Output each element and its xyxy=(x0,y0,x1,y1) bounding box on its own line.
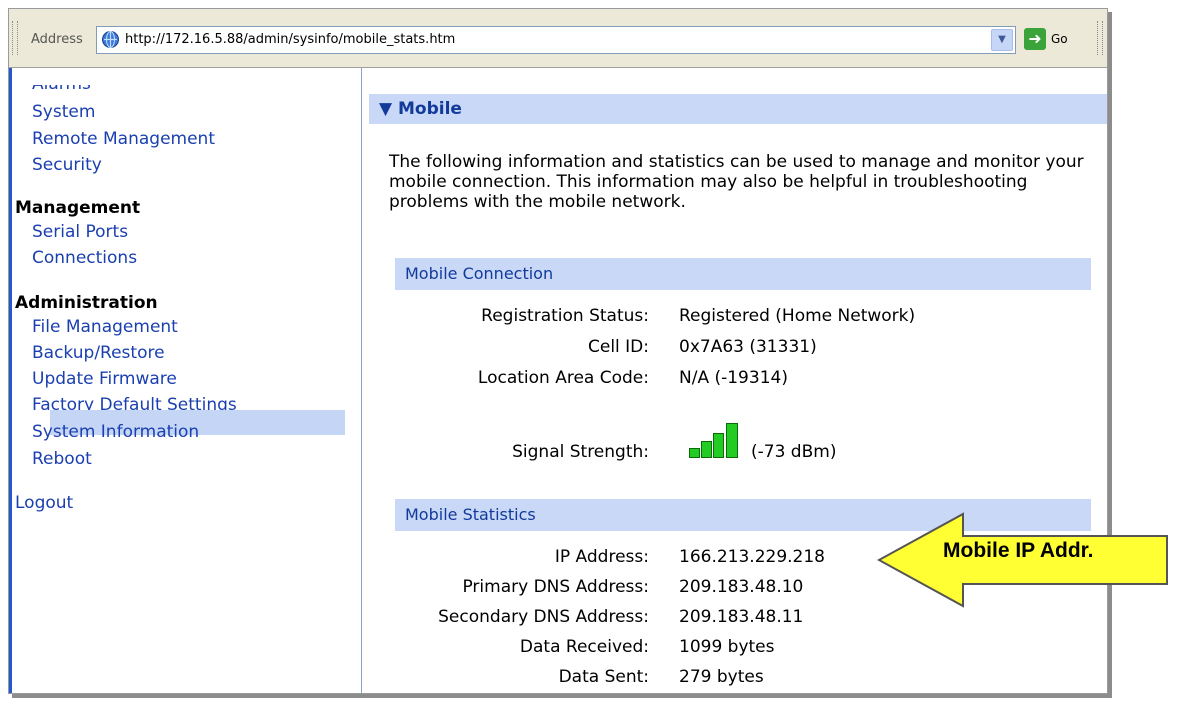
sidebar-item-reboot[interactable]: Reboot xyxy=(32,449,92,469)
go-arrow-icon: ➜ xyxy=(1024,28,1046,50)
sidebar-item-alarms[interactable]: Alarms xyxy=(32,85,91,94)
cell-id-value: 0x7A63 (31331) xyxy=(679,337,817,357)
sidebar-item-backup-restore[interactable]: Backup/Restore xyxy=(32,343,165,363)
mobile-connection-title: Mobile Connection xyxy=(405,264,554,283)
registration-status-label: Registration Status: xyxy=(481,306,649,326)
signal-bar-4 xyxy=(726,423,738,458)
sidebar-item-remote-management[interactable]: Remote Management xyxy=(32,129,215,149)
ip-address-label: IP Address: xyxy=(554,547,649,567)
callout-text: Mobile IP Addr. xyxy=(943,539,1094,562)
mobile-section-header[interactable]: ▼ Mobile xyxy=(369,94,1107,124)
chevron-down-icon: ▼ xyxy=(998,34,1006,45)
address-dropdown-button[interactable]: ▼ xyxy=(991,29,1013,51)
sidebar-item-serial-ports[interactable]: Serial Ports xyxy=(32,222,128,242)
sidebar-item-system[interactable]: System xyxy=(32,102,95,122)
data-sent-label: Data Sent: xyxy=(558,667,649,687)
mobile-connection-header: Mobile Connection xyxy=(395,258,1091,290)
signal-bar-2 xyxy=(701,441,712,458)
signal-bar-1 xyxy=(689,448,700,458)
address-toolbar: Address ▼ ➜ Go xyxy=(9,9,1107,68)
primary-dns-label: Primary DNS Address: xyxy=(462,577,649,597)
location-area-code-label: Location Area Code: xyxy=(477,368,649,388)
signal-strength-value: (-73 dBm) xyxy=(751,442,837,462)
toolbar-grip-right[interactable] xyxy=(1097,21,1103,55)
sidebar-item-system-information[interactable]: System Information xyxy=(32,422,199,442)
signal-bar-3 xyxy=(713,433,724,458)
cell-id-label: Cell ID: xyxy=(587,337,649,357)
signal-strength-label: Signal Strength: xyxy=(512,442,649,462)
secondary-dns-value: 209.183.48.11 xyxy=(679,607,804,627)
primary-dns-value: 209.183.48.10 xyxy=(679,577,804,597)
intro-text: The following information and statistics… xyxy=(389,152,1084,212)
registration-status-value: Registered (Home Network) xyxy=(679,306,916,326)
mobile-section-title: ▼ Mobile xyxy=(379,99,462,119)
ip-address-value: 166.213.229.218 xyxy=(679,547,826,567)
address-input[interactable] xyxy=(125,29,975,49)
address-box[interactable]: ▼ xyxy=(96,26,1016,54)
address-label: Address xyxy=(31,32,83,47)
mobile-statistics-title: Mobile Statistics xyxy=(405,505,536,524)
sidebar-item-logout[interactable]: Logout xyxy=(15,493,73,513)
data-sent-value: 279 bytes xyxy=(679,667,764,687)
management-heading: Management xyxy=(15,198,141,218)
ie-page-icon xyxy=(102,31,119,48)
toolbar-grip[interactable] xyxy=(12,21,18,55)
administration-heading: Administration xyxy=(15,293,158,313)
sidebar-item-file-management[interactable]: File Management xyxy=(32,317,178,337)
sidebar-item-connections[interactable]: Connections xyxy=(32,248,137,268)
data-received-label: Data Received: xyxy=(519,637,649,657)
data-received-value: 1099 bytes xyxy=(679,637,775,657)
sidebar-nav: Alarms System Remote Management Security… xyxy=(12,68,362,693)
go-label: Go xyxy=(1051,32,1068,46)
sidebar-item-security[interactable]: Security xyxy=(32,155,102,175)
mobile-ip-callout: Mobile IP Addr. xyxy=(876,512,1169,608)
sidebar-item-update-firmware[interactable]: Update Firmware xyxy=(32,369,177,389)
location-area-code-value: N/A (-19314) xyxy=(679,368,788,388)
triangle-down-icon: ▼ xyxy=(379,99,398,119)
go-button[interactable]: ➜ Go xyxy=(1024,26,1080,52)
secondary-dns-label: Secondary DNS Address: xyxy=(438,607,649,627)
